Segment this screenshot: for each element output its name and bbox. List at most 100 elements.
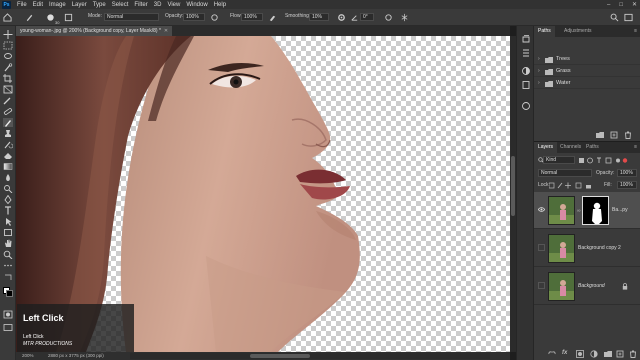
- menu-3d[interactable]: 3D: [151, 2, 165, 8]
- new-layer-icon[interactable]: [616, 350, 624, 358]
- layer-filter-icons[interactable]: [579, 157, 629, 164]
- layer-opacity-input[interactable]: 100%: [617, 169, 637, 177]
- chevron-right-icon[interactable]: ›: [538, 80, 540, 86]
- brush-tool-icon[interactable]: [25, 13, 34, 22]
- home-icon[interactable]: [3, 13, 12, 22]
- tab-adjustments[interactable]: Adjustments: [560, 26, 596, 37]
- chevron-right-icon[interactable]: ›: [538, 68, 540, 74]
- add-mask-icon[interactable]: [576, 350, 584, 358]
- zoom-tool-icon[interactable]: [3, 250, 13, 260]
- smoothing-input[interactable]: 10%: [309, 13, 329, 21]
- menu-edit[interactable]: Edit: [30, 2, 46, 8]
- menu-view[interactable]: View: [164, 2, 183, 8]
- chevron-right-icon[interactable]: ›: [538, 56, 540, 62]
- menu-layer[interactable]: Layer: [69, 2, 90, 8]
- fill-input[interactable]: 100%: [617, 181, 637, 189]
- quick-selection-tool-icon[interactable]: [3, 63, 13, 72]
- menu-window[interactable]: Window: [183, 2, 210, 8]
- menu-help[interactable]: Help: [211, 2, 229, 8]
- workspace-icon[interactable]: [624, 13, 633, 22]
- quick-mask-icon[interactable]: [3, 310, 13, 319]
- mode-select[interactable]: Normal: [104, 13, 159, 21]
- lasso-tool-icon[interactable]: [3, 52, 13, 61]
- new-group-icon[interactable]: [604, 350, 612, 358]
- trash-icon[interactable]: [624, 131, 632, 139]
- dodge-tool-icon[interactable]: [3, 184, 13, 194]
- color-icon[interactable]: [521, 101, 531, 111]
- maximize-icon[interactable]: □: [619, 2, 623, 8]
- history-icon[interactable]: [521, 34, 531, 44]
- layer-name[interactable]: Background copy 2: [578, 245, 621, 251]
- background-color-swatch[interactable]: [6, 290, 13, 297]
- eyedropper-tool-icon[interactable]: [3, 96, 13, 105]
- swap-colors-icon[interactable]: [3, 273, 13, 282]
- layer-name[interactable]: Ba...py: [612, 207, 628, 213]
- layer-thumbnail[interactable]: [548, 196, 575, 225]
- tab-paths-layers[interactable]: Paths: [582, 142, 603, 153]
- libraries-icon[interactable]: [521, 80, 531, 90]
- menu-type[interactable]: Type: [90, 2, 109, 8]
- menu-filter[interactable]: Filter: [131, 2, 150, 8]
- adjustment-layer-icon[interactable]: [590, 350, 598, 358]
- mask-link-icon[interactable]: ∞: [577, 208, 581, 214]
- pressure-size-icon[interactable]: [384, 13, 393, 22]
- adjustments-icon[interactable]: [521, 66, 531, 76]
- eye-visibility-icon[interactable]: [538, 206, 545, 213]
- vertical-scroll-thumb[interactable]: [511, 156, 515, 216]
- rectangle-tool-icon[interactable]: [3, 228, 13, 237]
- layer-row-background-copy[interactable]: ∞ Ba...py: [534, 192, 640, 229]
- frame-tool-icon[interactable]: [3, 85, 13, 94]
- tab-layers[interactable]: Layers: [534, 142, 558, 153]
- lock-icon[interactable]: [622, 283, 628, 290]
- layer-style-fx-icon[interactable]: fx: [562, 350, 570, 358]
- symmetry-icon[interactable]: [400, 13, 409, 22]
- angle-input[interactable]: 0°: [360, 13, 374, 21]
- move-tool-icon[interactable]: [3, 30, 13, 39]
- properties-icon[interactable]: [521, 48, 531, 58]
- gradient-tool-icon[interactable]: [3, 162, 13, 171]
- group-row-grass[interactable]: › Grass: [534, 66, 640, 77]
- gear-icon[interactable]: [337, 13, 346, 22]
- hand-tool-icon[interactable]: [3, 239, 13, 248]
- lock-options-icons[interactable]: [549, 182, 593, 189]
- marquee-tool-icon[interactable]: [3, 41, 13, 50]
- crop-tool-icon[interactable]: [3, 74, 13, 83]
- delete-layer-icon[interactable]: [629, 350, 637, 358]
- link-layers-icon[interactable]: [548, 350, 556, 358]
- brush-preset-icon[interactable]: [46, 13, 55, 22]
- layer-thumbnail[interactable]: [548, 234, 575, 263]
- search-icon[interactable]: [610, 13, 619, 22]
- layer-mask-thumbnail[interactable]: [582, 196, 609, 225]
- eye-visibility-off-icon[interactable]: [538, 244, 545, 251]
- screen-mode-icon[interactable]: [3, 323, 13, 332]
- clone-stamp-tool-icon[interactable]: [3, 129, 13, 138]
- horizontal-scroll-thumb[interactable]: [250, 354, 310, 358]
- new-group-icon[interactable]: [596, 131, 604, 139]
- eraser-tool-icon[interactable]: [3, 151, 13, 160]
- group-row-water[interactable]: › Water: [534, 78, 640, 89]
- opacity-input[interactable]: 100%: [183, 13, 205, 21]
- new-item-icon[interactable]: [610, 131, 618, 139]
- panel-menu-icon[interactable]: ≡: [634, 28, 637, 34]
- document-tab[interactable]: young-woman-.jpg @ 200% (Background copy…: [16, 26, 173, 36]
- type-tool-icon[interactable]: [3, 206, 13, 215]
- minimize-icon[interactable]: –: [607, 2, 610, 8]
- path-selection-tool-icon[interactable]: [3, 217, 13, 226]
- more-tools-icon[interactable]: [3, 261, 13, 270]
- history-brush-tool-icon[interactable]: [3, 140, 14, 149]
- tab-paths[interactable]: Paths: [534, 26, 555, 37]
- pen-tool-icon[interactable]: [3, 194, 13, 205]
- layer-thumbnail[interactable]: [548, 272, 575, 301]
- layers-panel-menu-icon[interactable]: ≡: [634, 144, 637, 150]
- horizontal-scrollbar[interactable]: [130, 353, 490, 359]
- close-icon[interactable]: ✕: [632, 1, 637, 8]
- flow-input[interactable]: 100%: [241, 13, 263, 21]
- group-row-trees[interactable]: › Trees: [534, 54, 640, 65]
- airbrush-icon[interactable]: [268, 13, 277, 22]
- brush-tool-selected-icon[interactable]: [1, 117, 15, 128]
- eye-visibility-off-icon[interactable]: [538, 282, 545, 289]
- brush-settings-icon[interactable]: [64, 13, 73, 22]
- layer-name[interactable]: Background: [578, 283, 605, 289]
- layer-row-background[interactable]: Background: [534, 268, 640, 305]
- layer-filter-kind-select[interactable]: Kind: [543, 156, 575, 164]
